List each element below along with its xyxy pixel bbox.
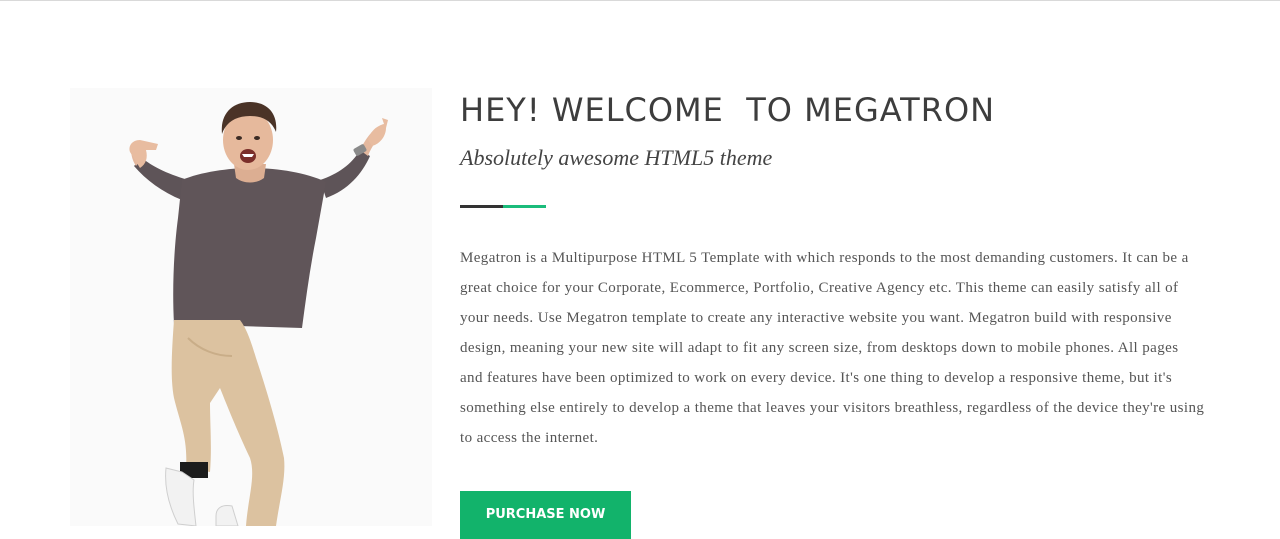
divider-dark-segment bbox=[460, 205, 503, 208]
top-border-line bbox=[0, 0, 1280, 1]
purchase-now-label: PURCHASE NOW bbox=[485, 507, 606, 522]
welcome-heading: HEY! WELCOME TO MEGATRON bbox=[460, 91, 996, 129]
welcome-description: Megatron is a Multipurpose HTML 5 Templa… bbox=[460, 250, 1205, 446]
divider-green-segment bbox=[503, 205, 546, 208]
heading-divider bbox=[460, 205, 546, 208]
welcome-subheading: Absolutely awesome HTML5 theme bbox=[460, 145, 773, 170]
welcome-section: HEY! WELCOME TO MEGATRON Absolutely awes… bbox=[460, 88, 1220, 453]
jumping-man-photo bbox=[70, 88, 432, 526]
purchase-now-button[interactable]: PURCHASE NOW bbox=[460, 491, 631, 539]
